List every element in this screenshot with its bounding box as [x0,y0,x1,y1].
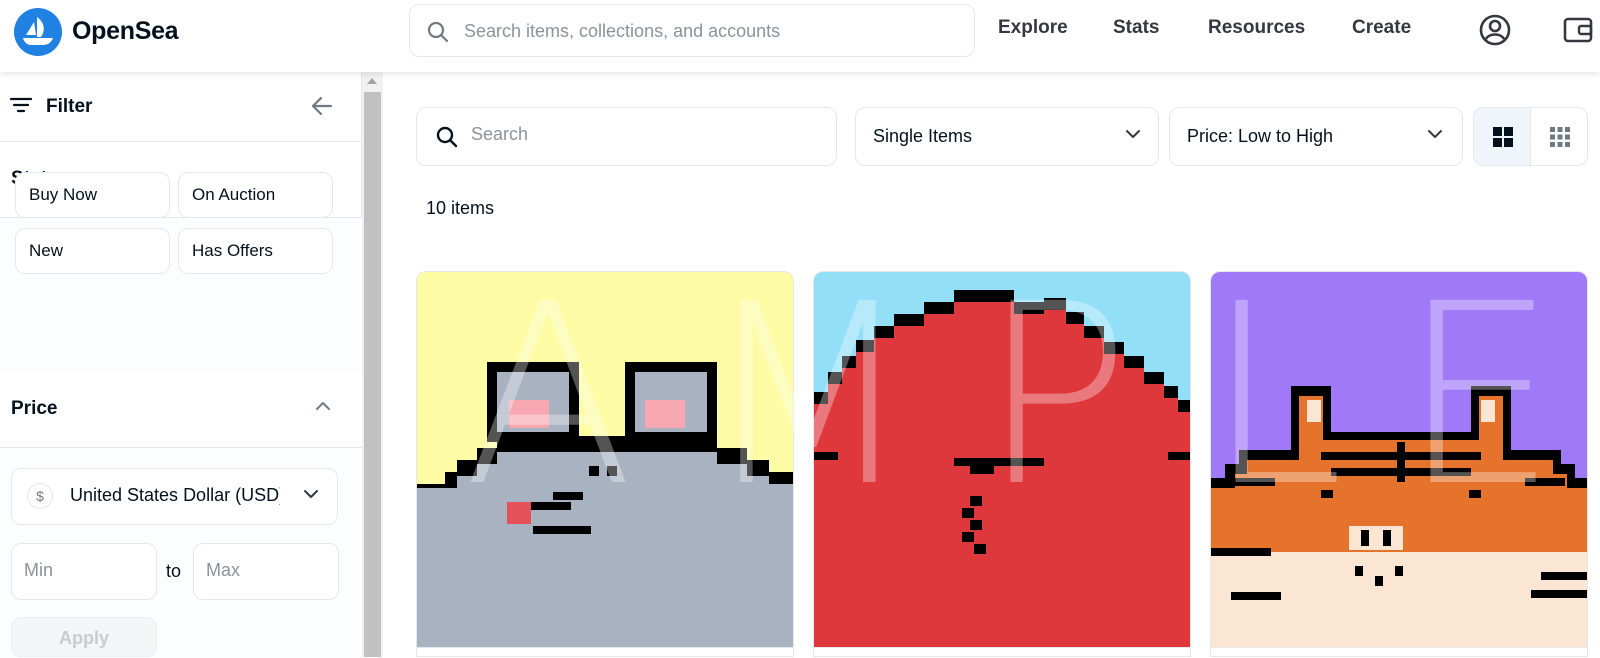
price-min-field[interactable] [11,543,157,600]
status-has-offers-button[interactable]: Has Offers [178,228,333,274]
sort-dropdown[interactable]: Price: Low to High [1169,107,1463,166]
nft-card-mouse[interactable] [416,271,794,657]
tiger-pixel-art [1211,272,1587,648]
status-buy-now-button[interactable]: Buy Now [15,172,170,218]
mouse-pixel-art [417,272,793,648]
global-search-input[interactable] [464,17,954,45]
small-grid-icon [1550,127,1570,147]
scroll-thumb[interactable] [364,92,381,657]
small-grid-button[interactable] [1531,108,1587,165]
top-navbar: OpenSea Explore Stats Resources Create [0,0,1600,72]
chevron-up-icon [316,402,330,410]
nft-card-tiger[interactable] [1210,271,1588,657]
opensea-logo[interactable] [14,8,62,56]
filter-sidebar: Filter Status Buy Now On Auction New Has… [0,72,362,658]
nav-explore[interactable]: Explore [998,17,1068,39]
search-icon [436,126,458,148]
sort-label: Price: Low to High [1187,126,1334,146]
large-grid-icon [1493,127,1513,147]
item-type-dropdown[interactable]: Single Items [855,107,1159,166]
price-min-input[interactable] [24,560,144,581]
filter-header[interactable]: Filter [0,72,362,142]
item-count: 10 items [426,198,495,218]
status-new-button[interactable]: New [15,228,170,274]
card-footer [814,647,1190,656]
currency-select[interactable]: $ United States Dollar (USD) [11,468,338,525]
scroll-up-arrow[interactable] [367,78,377,84]
card-footer [1211,647,1587,656]
price-title: Price [11,398,58,419]
arrow-left-icon[interactable] [310,94,334,118]
price-to-label: to [166,561,182,581]
price-max-input[interactable] [206,560,326,581]
nav-resources[interactable]: Resources [1208,17,1305,39]
price-section-header[interactable]: Price [0,372,362,448]
collection-search-input[interactable] [471,124,811,145]
filter-title: Filter [46,96,93,117]
nav-create[interactable]: Create [1352,17,1411,39]
nft-card-red-blob[interactable] [813,271,1191,657]
currency-label: United States Dollar (USD) [70,485,280,505]
chevron-down-icon [1428,130,1442,138]
chevron-down-icon [1126,130,1140,138]
card-footer [417,647,793,656]
brand-name[interactable]: OpenSea [72,17,179,46]
collection-search-box[interactable] [416,107,837,166]
large-grid-button[interactable] [1474,108,1531,165]
status-on-auction-button[interactable]: On Auction [178,172,333,218]
search-icon [427,21,449,43]
filter-icon [10,97,32,113]
global-search-box[interactable] [409,4,975,57]
grid-view-toggle [1473,107,1588,166]
price-max-field[interactable] [193,543,339,600]
dollar-icon: $ [27,483,53,509]
nav-stats[interactable]: Stats [1113,17,1159,39]
sidebar-scrollbar[interactable] [362,72,383,657]
red-blob-pixel-art [814,272,1190,648]
chevron-down-icon [304,490,318,498]
apply-button[interactable]: Apply [11,617,157,657]
wallet-icon[interactable] [1562,14,1594,46]
item-type-label: Single Items [873,126,973,146]
account-icon[interactable] [1478,13,1512,47]
